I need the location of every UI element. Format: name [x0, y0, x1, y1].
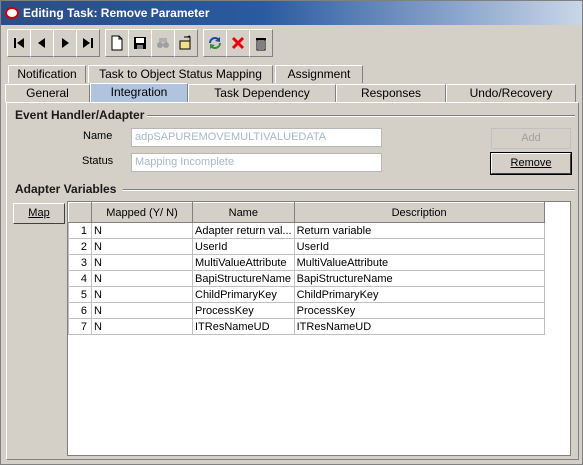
mapped-cell[interactable]: N — [91, 318, 193, 335]
name-cell[interactable]: ProcessKey — [192, 302, 295, 319]
description-cell[interactable]: Return variable — [293, 222, 545, 239]
name-cell[interactable]: MultiValueAttribute — [192, 254, 295, 271]
description-cell[interactable]: ChildPrimaryKey — [293, 286, 545, 303]
description-cell[interactable]: ITResNameUD — [293, 318, 545, 335]
row-number: 3 — [68, 254, 92, 271]
first-record-button[interactable] — [7, 29, 31, 57]
map-button[interactable]: Map — [13, 203, 65, 224]
row-number: 4 — [68, 270, 92, 287]
find-button[interactable] — [151, 29, 175, 57]
section-divider — [123, 189, 575, 191]
adapter-name-field[interactable]: adpSAPUREMOVEMULTIVALUEDATA — [131, 128, 382, 147]
status-label: Status — [82, 155, 114, 167]
row-number-header — [68, 202, 92, 223]
edit-button[interactable] — [174, 29, 198, 57]
description-cell[interactable]: UserId — [293, 238, 545, 255]
next-record-icon — [62, 38, 69, 48]
row-number: 7 — [68, 318, 92, 335]
edit-icon — [179, 35, 191, 50]
new-icon — [111, 35, 123, 51]
name-cell[interactable]: Adapter return val... — [192, 222, 295, 239]
row-number: 2 — [68, 238, 92, 255]
first-record-icon — [14, 38, 24, 48]
last-record-icon — [83, 38, 93, 48]
tab-integration[interactable]: Integration — [90, 83, 188, 103]
title-bar[interactable]: Editing Task: Remove Parameter — [1, 1, 582, 25]
add-button[interactable]: Add — [491, 128, 571, 149]
save-button[interactable] — [128, 29, 152, 57]
window-title: Editing Task: Remove Parameter — [23, 6, 210, 20]
event-handler-section-title: Event Handler/Adapter — [15, 108, 145, 122]
table-header-row: Mapped (Y/ N) Name Description — [68, 202, 545, 223]
adapter-variables-section-title: Adapter Variables — [15, 182, 117, 196]
table-row[interactable]: 3 N MultiValueAttribute MultiValueAttrib… — [68, 254, 545, 271]
save-icon — [134, 37, 146, 49]
table-row[interactable]: 2 N UserId UserId — [68, 238, 545, 255]
table-row[interactable]: 4 N BapiStructureName BapiStructureName — [68, 270, 545, 287]
description-cell[interactable]: BapiStructureName — [293, 270, 545, 287]
trash-icon — [256, 38, 266, 51]
mapped-cell[interactable]: N — [91, 270, 193, 287]
variables-grid: Mapped (Y/ N) Name Description 1 N Adapt… — [68, 202, 545, 335]
refresh-button[interactable] — [203, 29, 227, 57]
mapped-cell[interactable]: N — [91, 302, 193, 319]
name-cell[interactable]: UserId — [192, 238, 295, 255]
new-button[interactable] — [105, 29, 129, 57]
mapped-cell[interactable]: N — [91, 286, 193, 303]
last-record-button[interactable] — [76, 29, 100, 57]
row-number: 5 — [68, 286, 92, 303]
find-icon — [157, 38, 169, 48]
name-cell[interactable]: BapiStructureName — [192, 270, 295, 287]
table-row[interactable]: 5 N ChildPrimaryKey ChildPrimaryKey — [68, 286, 545, 303]
editing-task-window: Editing Task: Remove Parameter Notificat… — [0, 0, 583, 465]
name-label: Name — [83, 130, 113, 142]
tab-assignment[interactable]: Assignment — [275, 65, 363, 83]
description-column-header[interactable]: Description — [293, 202, 545, 223]
tab-undo-recovery[interactable]: Undo/Recovery — [446, 84, 576, 102]
previous-record-icon — [38, 38, 45, 48]
table-row[interactable]: 7 N ITResNameUD ITResNameUD — [68, 318, 545, 335]
trash-button[interactable] — [249, 29, 273, 57]
toolbar — [7, 29, 327, 59]
adapter-variables-table: Mapped (Y/ N) Name Description 1 N Adapt… — [67, 201, 571, 456]
tab-general[interactable]: General — [5, 84, 90, 102]
name-cell[interactable]: ChildPrimaryKey — [192, 286, 295, 303]
delete-icon — [231, 36, 245, 50]
table-row[interactable]: 1 N Adapter return val... Return variabl… — [68, 222, 545, 239]
row-number: 6 — [68, 302, 92, 319]
oracle-logo-icon — [5, 7, 19, 19]
previous-record-button[interactable] — [30, 29, 54, 57]
name-column-header[interactable]: Name — [192, 202, 295, 223]
mapped-cell[interactable]: N — [91, 238, 193, 255]
tab-notification[interactable]: Notification — [8, 65, 86, 83]
refresh-icon — [209, 37, 221, 49]
mapped-column-header[interactable]: Mapped (Y/ N) — [91, 202, 193, 223]
section-divider — [147, 115, 575, 117]
tab-task-to-object-status-mapping[interactable]: Task to Object Status Mapping — [88, 65, 273, 83]
description-cell[interactable]: ProcessKey — [293, 302, 545, 319]
mapped-cell[interactable]: N — [91, 254, 193, 271]
map-button-label: Map — [28, 207, 50, 219]
mapping-status-field[interactable]: Mapping Incomplete — [131, 153, 382, 172]
description-cell[interactable]: MultiValueAttribute — [293, 254, 545, 271]
tab-responses[interactable]: Responses — [336, 84, 446, 102]
row-number: 1 — [68, 222, 92, 239]
tab-task-dependency[interactable]: Task Dependency — [188, 84, 336, 102]
table-row[interactable]: 6 N ProcessKey ProcessKey — [68, 302, 545, 319]
name-cell[interactable]: ITResNameUD — [192, 318, 295, 335]
next-record-button[interactable] — [53, 29, 77, 57]
delete-button[interactable] — [226, 29, 250, 57]
remove-button-label: Remove — [510, 157, 552, 169]
mapped-cell[interactable]: N — [91, 222, 193, 239]
remove-button[interactable]: Remove — [490, 152, 572, 175]
